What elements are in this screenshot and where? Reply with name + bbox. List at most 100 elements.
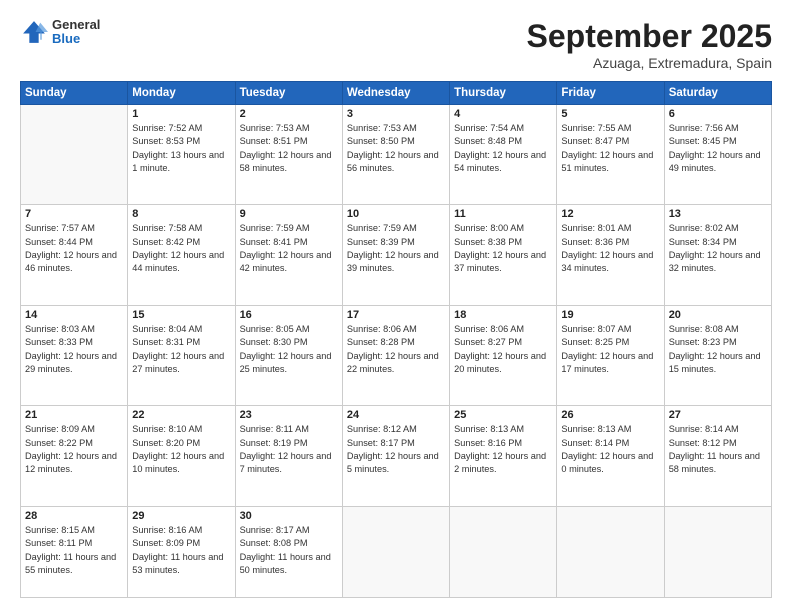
day-info: Sunrise: 8:06 AM Sunset: 8:27 PM Dayligh…	[454, 323, 552, 376]
calendar-cell: 20 Sunrise: 8:08 AM Sunset: 8:23 PM Dayl…	[664, 305, 771, 405]
day-number: 18	[454, 309, 552, 321]
daylight: Daylight: 12 hours and 20 minutes.	[454, 351, 546, 374]
sunset: Sunset: 8:45 PM	[669, 136, 737, 146]
calendar-cell	[342, 506, 449, 597]
calendar-cell: 18 Sunrise: 8:06 AM Sunset: 8:27 PM Dayl…	[450, 305, 557, 405]
daylight: Daylight: 11 hours and 53 minutes.	[132, 552, 223, 575]
calendar-cell: 21 Sunrise: 8:09 AM Sunset: 8:22 PM Dayl…	[21, 406, 128, 506]
day-info: Sunrise: 8:12 AM Sunset: 8:17 PM Dayligh…	[347, 423, 445, 476]
daylight: Daylight: 12 hours and 29 minutes.	[25, 351, 117, 374]
day-info: Sunrise: 8:14 AM Sunset: 8:12 PM Dayligh…	[669, 423, 767, 476]
col-header-sunday: Sunday	[21, 82, 128, 105]
daylight: Daylight: 12 hours and 32 minutes.	[669, 250, 761, 273]
sunset: Sunset: 8:51 PM	[240, 136, 308, 146]
calendar-cell: 28 Sunrise: 8:15 AM Sunset: 8:11 PM Dayl…	[21, 506, 128, 597]
calendar-cell: 11 Sunrise: 8:00 AM Sunset: 8:38 PM Dayl…	[450, 205, 557, 305]
sunset: Sunset: 8:31 PM	[132, 337, 200, 347]
sunset: Sunset: 8:34 PM	[669, 237, 737, 247]
day-info: Sunrise: 8:15 AM Sunset: 8:11 PM Dayligh…	[25, 524, 123, 577]
calendar-cell: 22 Sunrise: 8:10 AM Sunset: 8:20 PM Dayl…	[128, 406, 235, 506]
day-info: Sunrise: 7:59 AM Sunset: 8:41 PM Dayligh…	[240, 222, 338, 275]
sunrise: Sunrise: 8:05 AM	[240, 324, 310, 334]
daylight: Daylight: 12 hours and 44 minutes.	[132, 250, 224, 273]
week-row-1: 7 Sunrise: 7:57 AM Sunset: 8:44 PM Dayli…	[21, 205, 772, 305]
sunrise: Sunrise: 8:08 AM	[669, 324, 739, 334]
sunrise: Sunrise: 8:17 AM	[240, 525, 310, 535]
calendar-cell: 16 Sunrise: 8:05 AM Sunset: 8:30 PM Dayl…	[235, 305, 342, 405]
daylight: Daylight: 12 hours and 56 minutes.	[347, 150, 439, 173]
sunrise: Sunrise: 8:11 AM	[240, 424, 309, 434]
logo-blue-text: Blue	[52, 32, 100, 46]
day-info: Sunrise: 8:08 AM Sunset: 8:23 PM Dayligh…	[669, 323, 767, 376]
day-info: Sunrise: 7:57 AM Sunset: 8:44 PM Dayligh…	[25, 222, 123, 275]
calendar-cell: 15 Sunrise: 8:04 AM Sunset: 8:31 PM Dayl…	[128, 305, 235, 405]
header: General Blue September 2025 Azuaga, Extr…	[20, 18, 772, 71]
day-info: Sunrise: 7:53 AM Sunset: 8:51 PM Dayligh…	[240, 122, 338, 175]
logo-text: General Blue	[52, 18, 100, 47]
sunset: Sunset: 8:23 PM	[669, 337, 737, 347]
col-header-tuesday: Tuesday	[235, 82, 342, 105]
day-number: 3	[347, 108, 445, 120]
sunset: Sunset: 8:53 PM	[132, 136, 200, 146]
sunrise: Sunrise: 8:00 AM	[454, 223, 524, 233]
day-number: 20	[669, 309, 767, 321]
daylight: Daylight: 12 hours and 27 minutes.	[132, 351, 224, 374]
calendar-cell: 27 Sunrise: 8:14 AM Sunset: 8:12 PM Dayl…	[664, 406, 771, 506]
sunrise: Sunrise: 7:58 AM	[132, 223, 202, 233]
sunrise: Sunrise: 7:57 AM	[25, 223, 95, 233]
daylight: Daylight: 12 hours and 5 minutes.	[347, 451, 439, 474]
calendar-cell: 5 Sunrise: 7:55 AM Sunset: 8:47 PM Dayli…	[557, 105, 664, 205]
daylight: Daylight: 12 hours and 58 minutes.	[240, 150, 332, 173]
day-info: Sunrise: 8:03 AM Sunset: 8:33 PM Dayligh…	[25, 323, 123, 376]
daylight: Daylight: 12 hours and 2 minutes.	[454, 451, 546, 474]
col-header-thursday: Thursday	[450, 82, 557, 105]
day-number: 15	[132, 309, 230, 321]
sunrise: Sunrise: 7:52 AM	[132, 123, 202, 133]
daylight: Daylight: 12 hours and 25 minutes.	[240, 351, 332, 374]
calendar-table: SundayMondayTuesdayWednesdayThursdayFrid…	[20, 81, 772, 598]
calendar-cell: 24 Sunrise: 8:12 AM Sunset: 8:17 PM Dayl…	[342, 406, 449, 506]
week-row-2: 14 Sunrise: 8:03 AM Sunset: 8:33 PM Dayl…	[21, 305, 772, 405]
day-info: Sunrise: 8:00 AM Sunset: 8:38 PM Dayligh…	[454, 222, 552, 275]
calendar-cell	[557, 506, 664, 597]
day-number: 13	[669, 208, 767, 220]
daylight: Daylight: 12 hours and 12 minutes.	[25, 451, 117, 474]
day-number: 11	[454, 208, 552, 220]
day-info: Sunrise: 8:04 AM Sunset: 8:31 PM Dayligh…	[132, 323, 230, 376]
daylight: Daylight: 12 hours and 7 minutes.	[240, 451, 332, 474]
calendar-cell: 25 Sunrise: 8:13 AM Sunset: 8:16 PM Dayl…	[450, 406, 557, 506]
sunset: Sunset: 8:36 PM	[561, 237, 629, 247]
sunrise: Sunrise: 8:09 AM	[25, 424, 95, 434]
day-number: 23	[240, 409, 338, 421]
sunrise: Sunrise: 8:14 AM	[669, 424, 739, 434]
day-number: 29	[132, 510, 230, 522]
sunset: Sunset: 8:33 PM	[25, 337, 93, 347]
daylight: Daylight: 12 hours and 51 minutes.	[561, 150, 653, 173]
page: General Blue September 2025 Azuaga, Extr…	[0, 0, 792, 612]
calendar-cell: 12 Sunrise: 8:01 AM Sunset: 8:36 PM Dayl…	[557, 205, 664, 305]
sunrise: Sunrise: 8:10 AM	[132, 424, 202, 434]
daylight: Daylight: 12 hours and 15 minutes.	[669, 351, 761, 374]
logo-general-text: General	[52, 18, 100, 32]
day-number: 7	[25, 208, 123, 220]
sunrise: Sunrise: 8:01 AM	[561, 223, 631, 233]
calendar-cell	[664, 506, 771, 597]
calendar-cell: 23 Sunrise: 8:11 AM Sunset: 8:19 PM Dayl…	[235, 406, 342, 506]
sunrise: Sunrise: 8:13 AM	[454, 424, 524, 434]
week-row-3: 21 Sunrise: 8:09 AM Sunset: 8:22 PM Dayl…	[21, 406, 772, 506]
sunrise: Sunrise: 8:13 AM	[561, 424, 631, 434]
daylight: Daylight: 12 hours and 34 minutes.	[561, 250, 653, 273]
day-info: Sunrise: 8:06 AM Sunset: 8:28 PM Dayligh…	[347, 323, 445, 376]
daylight: Daylight: 12 hours and 22 minutes.	[347, 351, 439, 374]
calendar-cell: 3 Sunrise: 7:53 AM Sunset: 8:50 PM Dayli…	[342, 105, 449, 205]
calendar-cell: 4 Sunrise: 7:54 AM Sunset: 8:48 PM Dayli…	[450, 105, 557, 205]
sunrise: Sunrise: 7:53 AM	[240, 123, 310, 133]
day-number: 12	[561, 208, 659, 220]
sunset: Sunset: 8:19 PM	[240, 438, 308, 448]
day-number: 22	[132, 409, 230, 421]
sunset: Sunset: 8:14 PM	[561, 438, 629, 448]
calendar-header-row: SundayMondayTuesdayWednesdayThursdayFrid…	[21, 82, 772, 105]
logo: General Blue	[20, 18, 100, 47]
day-info: Sunrise: 7:58 AM Sunset: 8:42 PM Dayligh…	[132, 222, 230, 275]
sunrise: Sunrise: 7:56 AM	[669, 123, 739, 133]
